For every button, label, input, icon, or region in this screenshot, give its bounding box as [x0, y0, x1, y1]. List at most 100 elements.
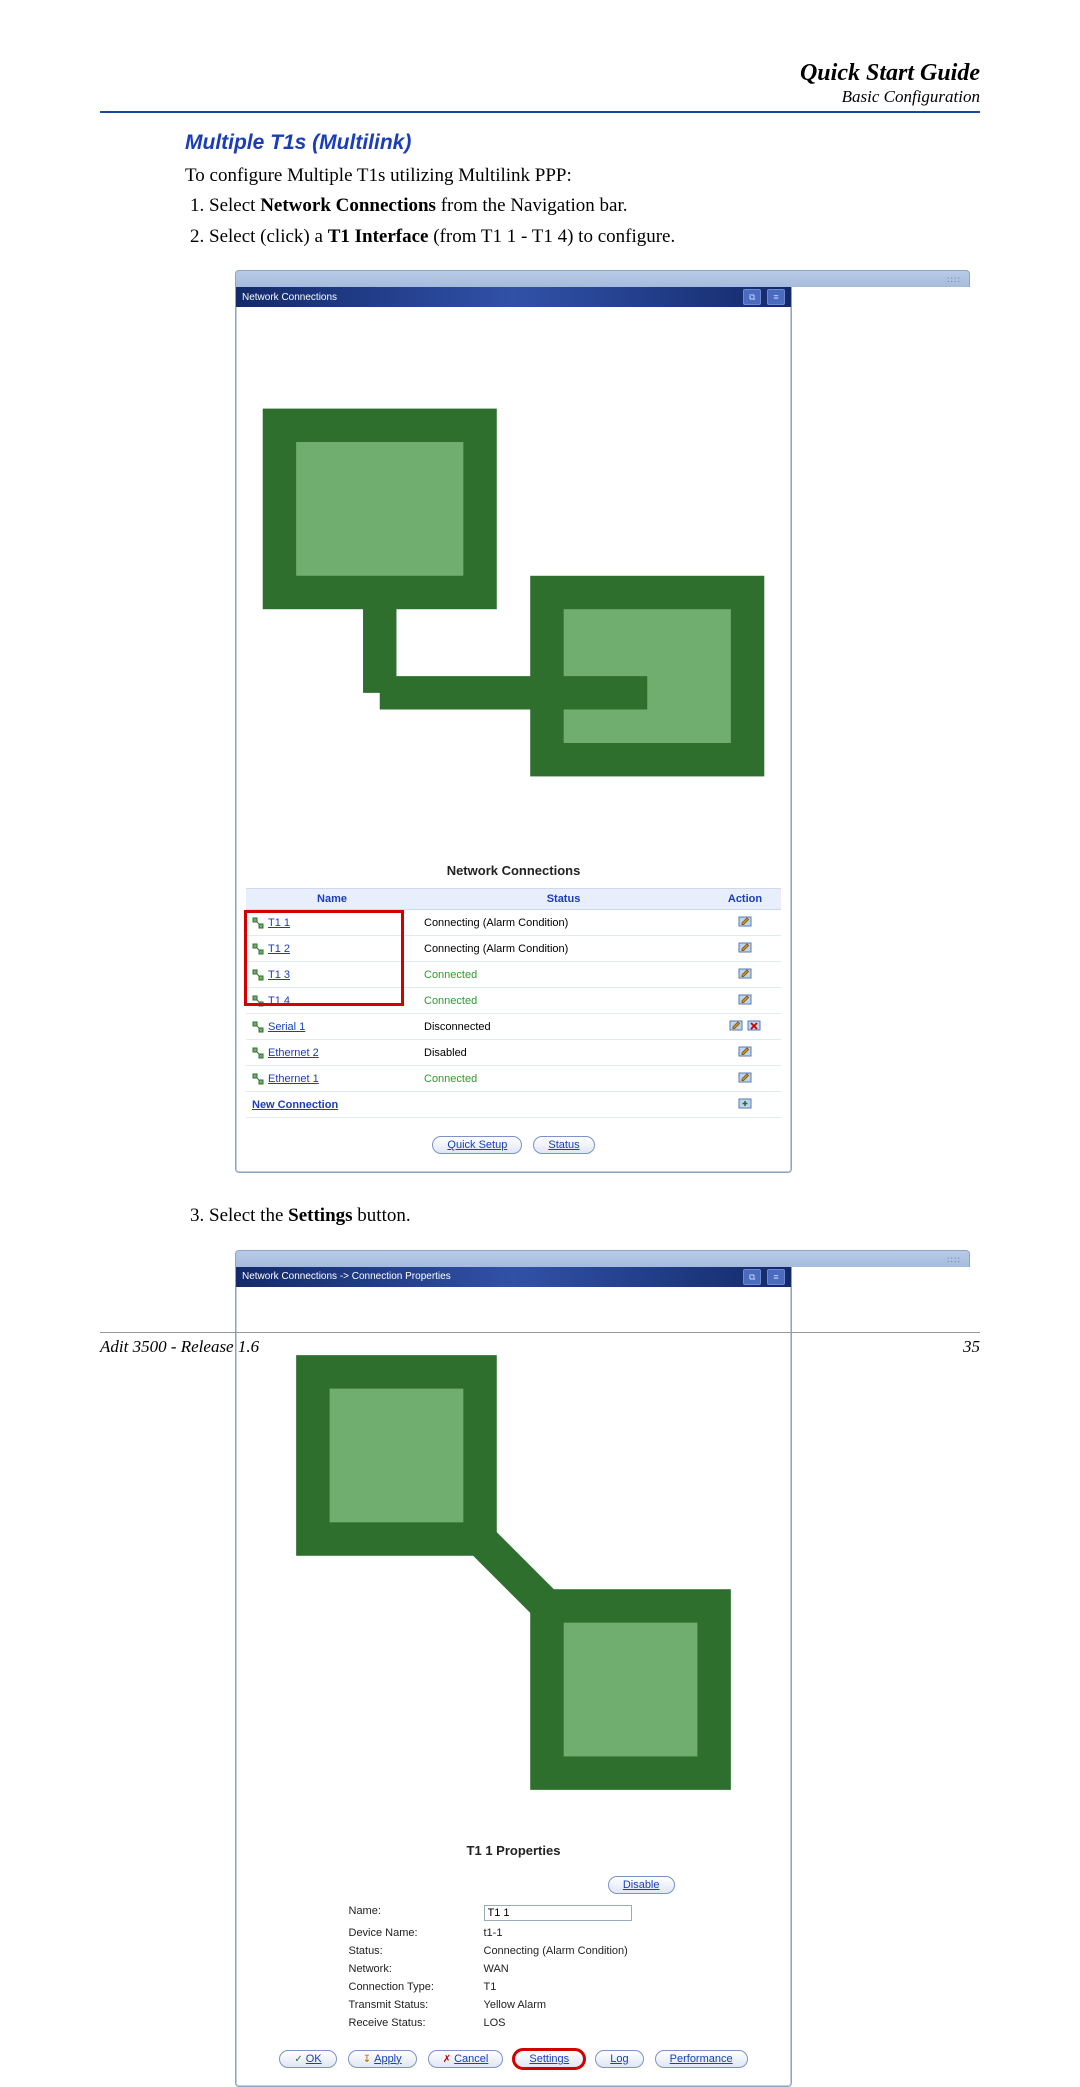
- edit-icon[interactable]: [738, 992, 752, 1006]
- col-name: Name: [246, 889, 418, 910]
- window-grip-icon: ::::: [947, 1254, 961, 1264]
- col-status: Status: [418, 889, 709, 910]
- property-value: Connecting (Alarm Condition): [484, 1945, 679, 1957]
- ok-button[interactable]: ✓OK: [279, 2050, 336, 2068]
- section-title: Multiple T1s (Multilink): [185, 131, 970, 155]
- disable-button[interactable]: Disable: [608, 1876, 675, 1894]
- property-value: LOS: [484, 2017, 679, 2029]
- edit-icon[interactable]: [738, 1044, 752, 1058]
- window-chrome-top: ::::: [235, 270, 970, 287]
- screenshot-connection-properties: :::: Network Connections -> Connection P…: [235, 1250, 970, 2087]
- table-row: T1 3 Connected: [246, 962, 781, 988]
- edit-icon[interactable]: [729, 1018, 743, 1032]
- property-value: t1-1: [484, 1927, 679, 1939]
- connection-link[interactable]: T1 2: [268, 943, 290, 955]
- network-icon: [246, 848, 781, 863]
- connection-link[interactable]: T1 4: [268, 995, 290, 1007]
- property-value: Yellow Alarm: [484, 1999, 679, 2011]
- connections-table: Name Status Action T1 1 Connecting (Alarm…: [246, 888, 781, 1118]
- edit-icon[interactable]: [738, 914, 752, 928]
- connection-icon: [252, 995, 264, 1007]
- breadcrumb: Network Connections -> Connection Proper…: [242, 1271, 451, 1282]
- quick-setup-button[interactable]: Quick Setup: [432, 1136, 522, 1154]
- connection-icon: [252, 917, 264, 929]
- property-label: Status:: [349, 1945, 484, 1957]
- header-rule: [100, 111, 980, 113]
- titlebar-button-2[interactable]: ≡: [767, 289, 785, 305]
- doc-header-subtitle: Basic Configuration: [100, 87, 980, 107]
- edit-icon[interactable]: [738, 966, 752, 980]
- table-row: Serial 1 Disconnected: [246, 1014, 781, 1040]
- property-value: T1: [484, 1981, 679, 1993]
- table-row: Ethernet 2 Disabled: [246, 1040, 781, 1066]
- titlebar-button-1[interactable]: ⧉: [743, 289, 761, 305]
- connection-icon: [252, 1021, 264, 1033]
- connection-link[interactable]: Ethernet 2: [268, 1047, 319, 1059]
- step-3: Select the Settings button.: [209, 1203, 970, 1230]
- property-row: Status:Connecting (Alarm Condition): [349, 1942, 679, 1960]
- connection-icon: [252, 1073, 264, 1085]
- connection-status: Disconnected: [418, 1014, 709, 1040]
- property-label: Transmit Status:: [349, 1999, 484, 2011]
- connection-link[interactable]: Serial 1: [268, 1021, 305, 1033]
- intro-text: To configure Multiple T1s utilizing Mult…: [185, 165, 970, 187]
- titlebar-button-2[interactable]: ≡: [767, 1269, 785, 1285]
- panel-title: T1 1 Properties: [246, 1297, 781, 1868]
- property-row: Device Name:t1-1: [349, 1924, 679, 1942]
- settings-button[interactable]: Settings: [514, 2050, 584, 2068]
- connection-status: Connecting (Alarm Condition): [418, 936, 709, 962]
- add-icon[interactable]: [738, 1096, 752, 1110]
- property-row: Transmit Status:Yellow Alarm: [349, 1996, 679, 2014]
- property-label: Name:: [349, 1905, 484, 1921]
- connection-link[interactable]: Ethernet 1: [268, 1073, 319, 1085]
- connection-status: Connected: [418, 962, 709, 988]
- connection-status: Connected: [418, 1066, 709, 1092]
- property-label: Receive Status:: [349, 2017, 484, 2029]
- col-action: Action: [709, 889, 781, 910]
- new-connection-link[interactable]: New Connection: [252, 1099, 338, 1111]
- connection-status: Connected: [418, 988, 709, 1014]
- performance-button[interactable]: Performance: [655, 2050, 748, 2068]
- property-label: Network:: [349, 1963, 484, 1975]
- property-value: WAN: [484, 1963, 679, 1975]
- footer-right: 35: [963, 1337, 980, 1357]
- connection-icon: [252, 943, 264, 955]
- edit-icon[interactable]: [738, 940, 752, 954]
- screenshot-network-connections: :::: Network Connections ⧉ ≡ Network Con…: [235, 270, 970, 1173]
- connection-status: Disabled: [418, 1040, 709, 1066]
- property-label: Connection Type:: [349, 1981, 484, 1993]
- connection-icon: [252, 969, 264, 981]
- titlebar-button-1[interactable]: ⧉: [743, 1269, 761, 1285]
- step-2: Select (click) a T1 Interface (from T1 1…: [209, 224, 970, 251]
- window-titlebar: Network Connections -> Connection Proper…: [236, 1267, 791, 1287]
- property-row: Receive Status:LOS: [349, 2014, 679, 2032]
- apply-button[interactable]: ↧Apply: [348, 2050, 417, 2068]
- cancel-button[interactable]: ✗Cancel: [428, 2050, 504, 2068]
- window-title: Network Connections: [242, 292, 337, 303]
- name-input[interactable]: [484, 1905, 632, 1921]
- log-button[interactable]: Log: [595, 2050, 643, 2068]
- table-row: T1 1 Connecting (Alarm Condition): [246, 910, 781, 936]
- property-row: Name:: [349, 1902, 679, 1924]
- panel-title: Network Connections: [246, 317, 781, 888]
- edit-icon[interactable]: [738, 1070, 752, 1084]
- table-row: T1 2 Connecting (Alarm Condition): [246, 936, 781, 962]
- status-button[interactable]: Status: [533, 1136, 594, 1154]
- window-chrome-top: ::::: [235, 1250, 970, 1267]
- check-icon: ✓: [294, 2054, 302, 2065]
- table-row: Ethernet 1 Connected: [246, 1066, 781, 1092]
- connection-link[interactable]: T1 3: [268, 969, 290, 981]
- connection-status: Connecting (Alarm Condition): [418, 910, 709, 936]
- window-titlebar: Network Connections ⧉ ≡: [236, 287, 791, 307]
- property-row: Connection Type:T1: [349, 1978, 679, 1996]
- window-grip-icon: ::::: [947, 274, 961, 284]
- doc-header-title: Quick Start Guide: [100, 60, 980, 87]
- footer-left: Adit 3500 - Release 1.6: [100, 1337, 259, 1357]
- x-icon: ✗: [443, 2054, 451, 2065]
- delete-icon[interactable]: [747, 1018, 761, 1032]
- apply-icon: ↧: [363, 2054, 371, 2065]
- connection-icon: [252, 1047, 264, 1059]
- connection-icon: [246, 1828, 781, 1843]
- connection-link[interactable]: T1 1: [268, 917, 290, 929]
- property-label: Device Name:: [349, 1927, 484, 1939]
